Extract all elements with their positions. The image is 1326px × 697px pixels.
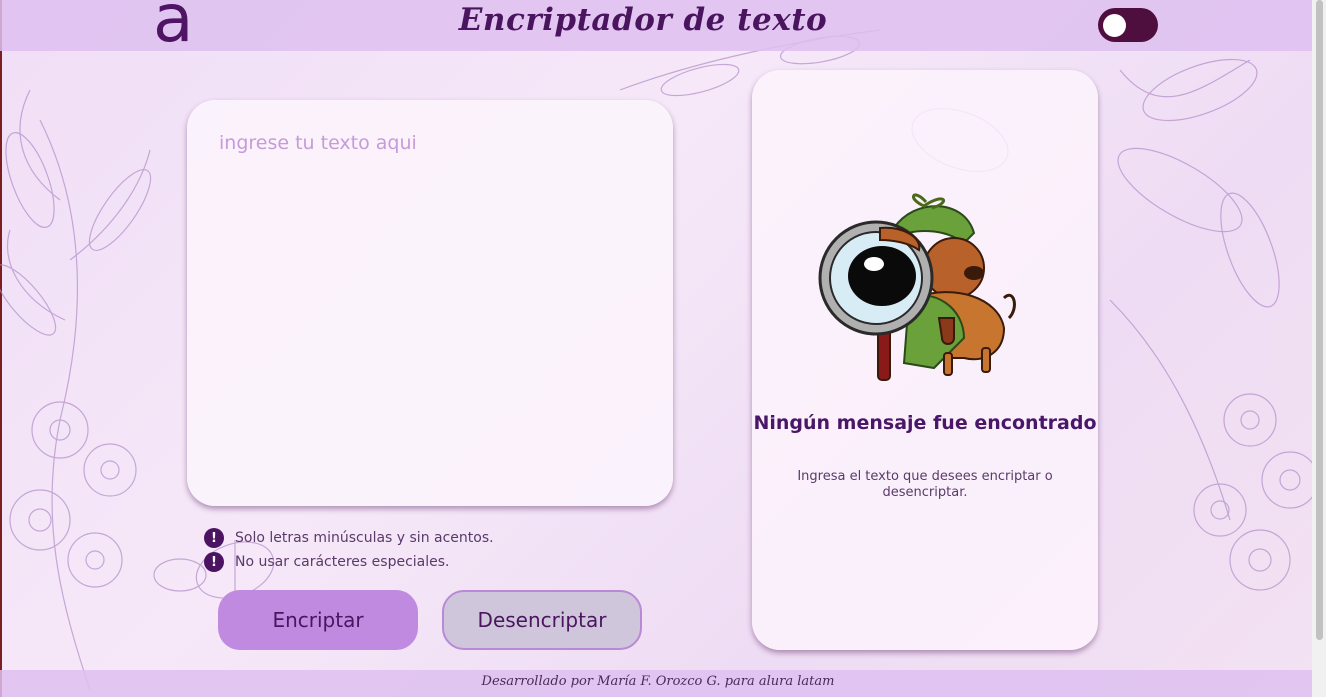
exclamation-icon: ! [204, 552, 224, 572]
input-card [187, 100, 673, 506]
rule-item: ! No usar carácteres especiales. [204, 550, 494, 574]
footer: Desarrollado por María F. Orozco G. para… [0, 670, 1312, 697]
window-edge [0, 0, 2, 697]
scrollbar-thumb[interactable] [1316, 0, 1323, 640]
decrypt-button[interactable]: Desencriptar [442, 590, 642, 650]
no-message-title: Ningún mensaje fue encontrado [753, 412, 1097, 434]
rule-text: Solo letras minúsculas y sin acentos. [235, 530, 494, 546]
footer-credit: Desarrollado por María F. Orozco G. para… [481, 674, 835, 689]
toggle-knob [1103, 14, 1126, 37]
text-input[interactable] [217, 130, 641, 474]
page-title: Encriptador de texto [458, 2, 828, 38]
rule-text: No usar carácteres especiales. [235, 554, 450, 570]
theme-toggle[interactable] [1098, 8, 1158, 42]
rules-list: ! Solo letras minúsculas y sin acentos. … [204, 526, 494, 574]
exclamation-icon: ! [204, 528, 224, 548]
output-card: Ningún mensaje fue encontrado Ingresa el… [752, 70, 1098, 650]
encrypt-button[interactable]: Encriptar [218, 590, 418, 650]
rule-item: ! Solo letras minúsculas y sin acentos. [204, 526, 494, 550]
header: a Encriptador de texto [0, 0, 1312, 52]
no-message-subtitle: Ingresa el texto que desees encriptar o … [797, 469, 1053, 500]
detective-dog-icon [818, 193, 1016, 381]
